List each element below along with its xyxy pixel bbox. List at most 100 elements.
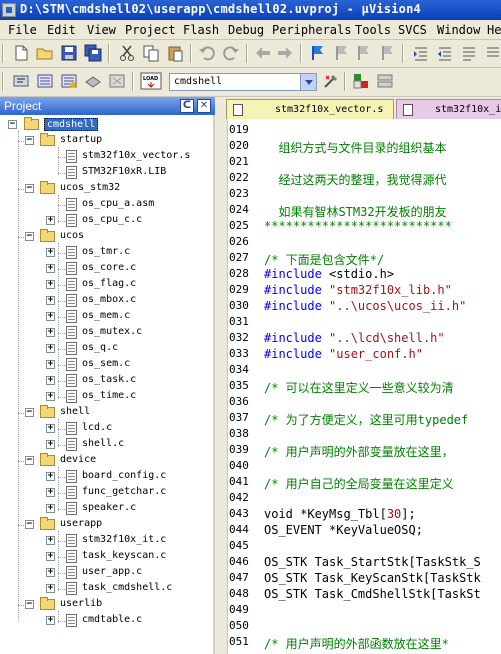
- undo-icon[interactable]: [198, 44, 216, 62]
- code-token: "..\ucos\ucos_ii.h": [329, 299, 467, 313]
- file-label: user_app.c: [82, 566, 143, 577]
- chevron-down-icon[interactable]: [300, 74, 316, 90]
- expand-icon[interactable]: +: [46, 552, 55, 561]
- expand-icon[interactable]: +: [46, 440, 55, 449]
- batch-build-icon[interactable]: [84, 72, 102, 90]
- expand-icon[interactable]: +: [46, 344, 55, 353]
- prev-bookmark-icon[interactable]: [332, 44, 350, 62]
- file-icon: [66, 358, 77, 371]
- file-label: os_core.c: [82, 262, 137, 273]
- bookmark-icon[interactable]: [308, 44, 326, 62]
- close-icon[interactable]: ✕: [197, 99, 211, 113]
- uncomment-icon[interactable]: [484, 44, 501, 62]
- unindent-icon[interactable]: [436, 44, 454, 62]
- redo-icon[interactable]: [222, 44, 240, 62]
- clear-bookmarks-icon[interactable]: [378, 44, 396, 62]
- copy-icon[interactable]: [142, 44, 160, 62]
- expand-icon[interactable]: +: [46, 376, 55, 385]
- line-text: OS_EVENT *KeyValueOSQ;: [264, 523, 423, 537]
- menu-he[interactable]: He: [487, 23, 501, 37]
- rebuild-icon[interactable]: [60, 72, 78, 90]
- folder-icon: [40, 453, 55, 466]
- collapse-icon[interactable]: −: [25, 408, 34, 417]
- code-editor[interactable]: 019 020 组织方式与文件目录的组织基本 021 022 经过这两天的整理，我觉得…: [228, 119, 501, 654]
- download-icon[interactable]: LOAD: [140, 72, 162, 90]
- tab-label: stm32f10x_vector.s: [275, 104, 384, 115]
- line-number: 030: [229, 299, 249, 312]
- menu-svcs[interactable]: SVCS: [398, 23, 427, 37]
- expand-icon[interactable]: +: [46, 360, 55, 369]
- new-file-icon[interactable]: [12, 44, 30, 62]
- expand-icon[interactable]: +: [46, 216, 55, 225]
- line-text: /* 为了方便定义，这里可用typedef: [264, 411, 468, 428]
- expand-icon[interactable]: +: [46, 264, 55, 273]
- menu-window[interactable]: Window: [437, 23, 480, 37]
- expand-icon[interactable]: +: [46, 424, 55, 433]
- indent-icon[interactable]: [412, 44, 430, 62]
- expand-icon[interactable]: +: [46, 536, 55, 545]
- expand-icon[interactable]: +: [46, 616, 55, 625]
- target-select[interactable]: cmdshell: [169, 73, 317, 91]
- toolbar-grip[interactable]: [2, 44, 4, 63]
- expand-icon[interactable]: +: [46, 280, 55, 289]
- navigate-forward-icon[interactable]: [276, 44, 294, 62]
- manage-components-icon[interactable]: [352, 72, 370, 90]
- code-token: /* 用户声明的外部变量放在这里，: [264, 445, 454, 459]
- expand-icon[interactable]: +: [46, 248, 55, 257]
- collapse-icon[interactable]: −: [25, 184, 34, 193]
- expand-icon[interactable]: +: [46, 328, 55, 337]
- menu-tools[interactable]: Tools: [355, 23, 391, 37]
- translate-icon[interactable]: [12, 72, 30, 90]
- next-bookmark-icon[interactable]: [354, 44, 372, 62]
- expand-icon[interactable]: +: [46, 312, 55, 321]
- save-all-icon[interactable]: [84, 44, 102, 62]
- save-icon[interactable]: [60, 44, 78, 62]
- navigate-back-icon[interactable]: [254, 44, 272, 62]
- file-label: stm32f10x_vector.s: [82, 150, 191, 161]
- cut-icon[interactable]: [118, 44, 136, 62]
- collapse-icon[interactable]: −: [25, 456, 34, 465]
- expand-icon[interactable]: +: [46, 296, 55, 305]
- expand-icon[interactable]: +: [46, 472, 55, 481]
- pin-icon[interactable]: ᑕ: [180, 99, 194, 113]
- collapse-icon[interactable]: −: [25, 600, 34, 609]
- target-options-icon[interactable]: [322, 72, 340, 90]
- toolbar-grip[interactable]: [2, 72, 4, 91]
- menu-file[interactable]: File: [8, 23, 37, 37]
- tab-stm32f10x-vector[interactable]: stm32f10x_vector.s: [226, 99, 394, 119]
- menu-peripherals[interactable]: Peripherals: [272, 23, 351, 37]
- open-folder-icon[interactable]: [36, 44, 54, 62]
- file-icon: [66, 390, 77, 403]
- tab-stm32f10x-it[interactable]: stm32f10x_i: [396, 99, 501, 119]
- menu-debug[interactable]: Debug: [228, 23, 264, 37]
- line-number: 046: [229, 555, 249, 568]
- group-label: userapp: [60, 518, 103, 529]
- books-icon[interactable]: [376, 72, 394, 90]
- collapse-icon[interactable]: −: [25, 232, 34, 241]
- expand-icon[interactable]: +: [46, 584, 55, 593]
- menu-flash[interactable]: Flash: [183, 23, 219, 37]
- build-icon[interactable]: [36, 72, 54, 90]
- expand-icon[interactable]: +: [46, 392, 55, 401]
- file-label: os_time.c: [82, 390, 137, 401]
- svg-text:LOAD: LOAD: [143, 76, 158, 82]
- expand-icon[interactable]: +: [46, 488, 55, 497]
- expand-icon[interactable]: −: [8, 120, 17, 129]
- paste-icon[interactable]: [166, 44, 184, 62]
- menu-edit[interactable]: Edit: [47, 23, 76, 37]
- collapse-icon[interactable]: −: [25, 520, 34, 529]
- expand-icon[interactable]: +: [46, 568, 55, 577]
- comment-icon[interactable]: [460, 44, 478, 62]
- menu-view[interactable]: View: [87, 23, 116, 37]
- code-token: /* 用户自己的全局变量在这里定义: [264, 477, 454, 491]
- stop-build-icon[interactable]: [108, 72, 126, 90]
- line-text: 经过这两天的整理，我觉得源代: [264, 171, 446, 188]
- collapse-icon[interactable]: −: [25, 136, 34, 145]
- file-label: os_tmr.c: [82, 246, 131, 257]
- editor-gutter[interactable]: [215, 119, 228, 654]
- line-number: 034: [229, 363, 249, 376]
- menu-project[interactable]: Project: [125, 23, 176, 37]
- code-token: 30: [386, 507, 402, 521]
- line-text: #include "..\ucos\ucos_ii.h": [264, 299, 466, 313]
- expand-icon[interactable]: +: [46, 504, 55, 513]
